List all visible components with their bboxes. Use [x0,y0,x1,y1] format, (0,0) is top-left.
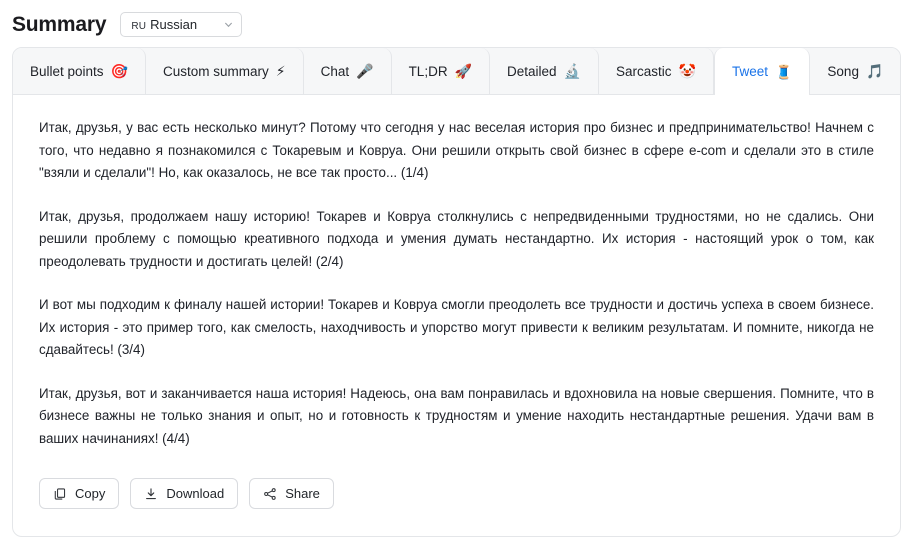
tab-bullet-points[interactable]: Bullet points 🎯 [13,48,146,94]
summary-content: Итак, друзья, у вас есть несколько минут… [13,95,900,450]
copy-button[interactable]: Copy [39,478,120,509]
share-icon [263,487,277,501]
tab-chat[interactable]: Chat 🎤 [303,48,392,94]
tab-label: TL;DR [408,63,448,79]
summary-paragraph: И вот мы подходим к финалу нашей истории… [39,297,874,357]
copy-button-label: Copy [75,486,106,501]
page-header: Summary ru Russian [0,0,915,40]
tab-sarcastic[interactable]: Sarcastic 🤡 [598,48,714,94]
summary-paragraph: Итак, друзья, вот и заканчивается наша и… [39,385,874,446]
summary-paragraph: Итак, друзья, продолжаем нашу историю! Т… [39,208,874,269]
share-button-label: Share [285,486,320,501]
page-title: Summary [12,12,107,36]
tab-detailed[interactable]: Detailed 🔬 [490,48,599,94]
download-button-label: Download [166,486,225,501]
language-name: Russian [150,16,198,32]
microscope-emoji: 🔬 [563,63,581,79]
tab-tweet[interactable]: Tweet 🧵 [713,48,811,95]
target-emoji: 🎯 [110,63,128,79]
tab-tldr[interactable]: TL;DR 🚀 [391,48,491,94]
chevron-down-icon [224,20,233,29]
lightning-emoji: ⚡ [275,63,286,79]
thread-spool-emoji: 🧵 [774,63,793,80]
summary-paragraph: Итак, друзья, у вас есть несколько минут… [39,120,874,180]
tab-label: Chat [320,63,350,79]
tab-label: Bullet points [30,63,104,79]
language-code: ru [131,20,147,32]
share-button[interactable]: Share [249,478,334,509]
language-select[interactable]: ru Russian [120,11,243,37]
download-button[interactable]: Download [130,478,239,509]
action-bar: Copy Download Share [13,450,900,509]
music-note-emoji: 🎵 [865,63,884,79]
tab-label: Detailed [507,63,557,79]
tab-label: Tweet [731,64,768,79]
tab-label: Custom summary [162,63,269,79]
clown-emoji: 🤡 [678,63,696,79]
tab-bar: Bullet points 🎯 Custom summary ⚡ Chat 🎤 … [13,48,900,95]
copy-icon [53,487,67,501]
summary-card: Bullet points 🎯 Custom summary ⚡ Chat 🎤 … [12,47,901,537]
tab-song[interactable]: Song 🎵 [810,48,900,94]
tab-label: Song [827,63,859,79]
tab-custom-summary[interactable]: Custom summary ⚡ [145,48,304,94]
rocket-emoji: 🚀 [454,63,473,79]
microphone-emoji: 🎤 [356,63,374,79]
tab-label: Sarcastic [615,63,672,79]
language-select-value: ru Russian [131,17,197,32]
download-icon [144,487,158,501]
